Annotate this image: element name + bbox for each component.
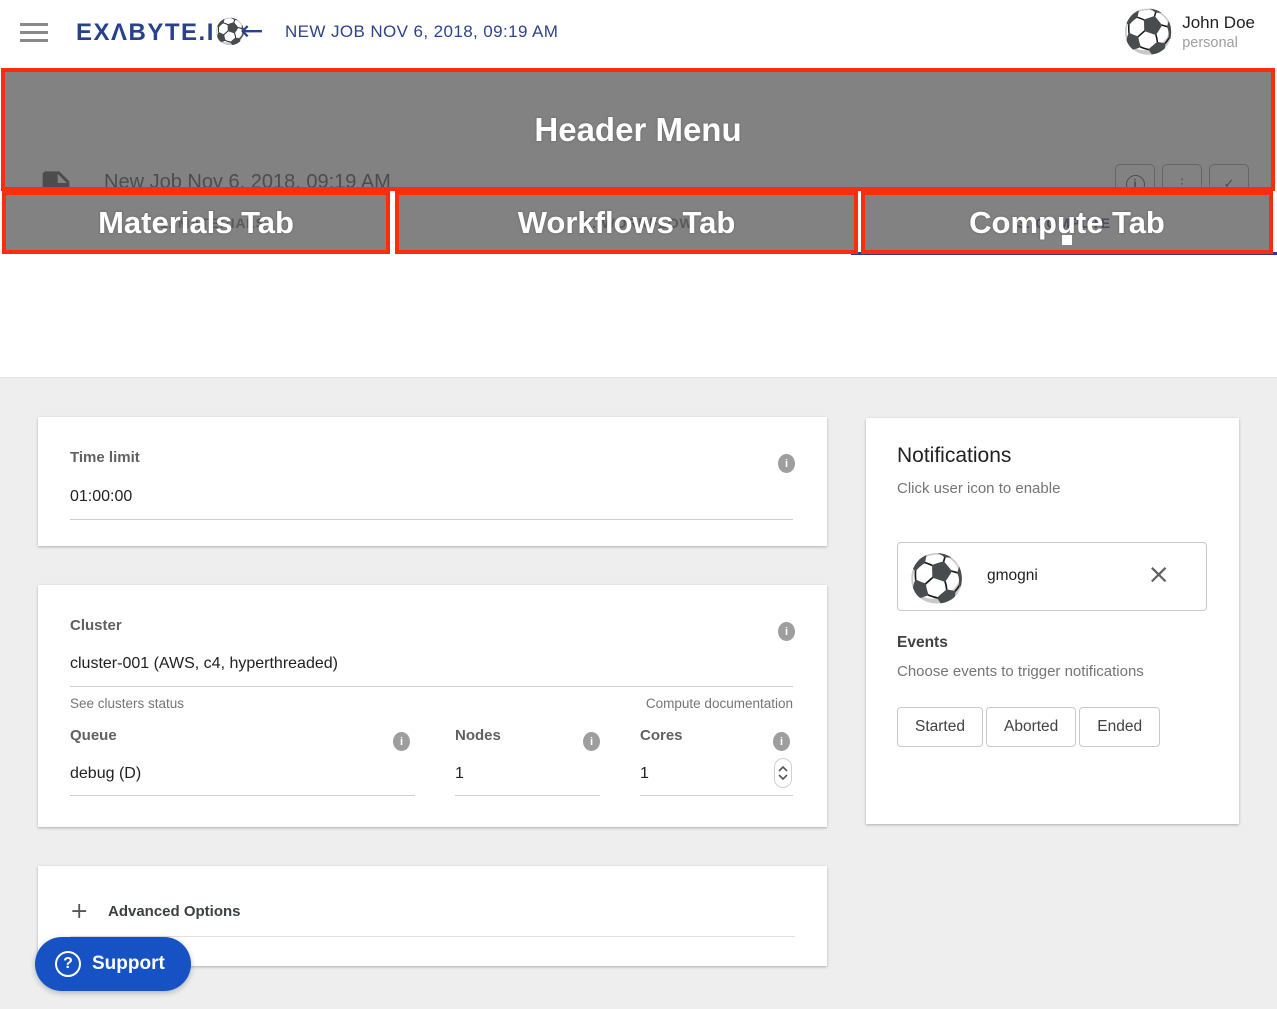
input-underline [455,795,600,796]
logo-text: EXΛBYTE.I [76,19,215,46]
event-started-button[interactable]: Started [897,707,983,747]
clusters-status-link[interactable]: See clusters status [70,696,184,711]
event-buttons-row: Started Aborted Ended [897,707,1160,747]
compute-documentation-link[interactable]: Compute documentation [646,696,793,711]
events-title: Events [897,634,948,652]
cluster-select[interactable]: cluster-001 (AWS, c4, hyperthreaded) [70,655,338,673]
chevron-up-icon [778,765,788,772]
annotation-compute-tab: Compute Tab [861,191,1273,254]
support-button[interactable]: ? Support [35,937,191,991]
queue-label: Queue [70,727,117,744]
top-navigation-bar: EXΛBYTE.I⚽ ← NEW JOB NOV 6, 2018, 09:19 … [0,0,1277,66]
user-avatar[interactable]: ⚽ [913,554,961,602]
info-icon[interactable]: i [778,454,795,473]
info-icon[interactable]: i [778,622,795,641]
cores-stepper[interactable] [774,758,792,788]
notifications-subtitle: Click user icon to enable [897,480,1060,497]
support-label: Support [92,953,165,975]
chevron-down-icon [778,774,788,781]
nodes-input[interactable]: 1 [455,765,464,783]
annotation-resize-handle[interactable] [1062,235,1072,245]
back-arrow-icon[interactable]: ← [240,14,263,47]
annotation-label: Materials Tab [98,205,294,241]
info-icon[interactable]: i [583,732,600,751]
plus-icon[interactable]: + [70,899,88,924]
question-mark-icon: ? [55,951,81,977]
hamburger-menu-icon[interactable] [20,23,48,43]
time-limit-input[interactable]: 01:00:00 [70,488,132,506]
input-underline [70,795,415,796]
user-meta: John Doe personal [1182,13,1255,51]
close-icon[interactable]: × [1147,561,1170,588]
input-underline [640,795,793,796]
event-aborted-button[interactable]: Aborted [986,707,1076,747]
chip-username: gmogni [987,567,1038,585]
annotation-header-menu: Header Menu [1,68,1275,191]
cluster-card: Cluster i cluster-001 (AWS, c4, hyperthr… [38,585,827,827]
user-avatar[interactable]: ⚽ [1126,10,1170,54]
annotation-label: Header Menu [534,111,741,149]
nav-job-title: NEW JOB NOV 6, 2018, 09:19 AM [285,22,558,42]
input-underline [70,519,793,520]
info-icon[interactable]: i [773,732,790,751]
user-role: personal [1182,35,1255,51]
nodes-label: Nodes [455,727,501,744]
annotation-label: Workflows Tab [518,205,736,241]
notification-user-chip: ⚽ gmogni × [897,542,1207,611]
input-underline [70,686,793,687]
time-limit-label: Time limit [70,449,140,466]
time-limit-card: Time limit i 01:00:00 [38,417,827,546]
cores-input[interactable]: 1 [640,765,649,783]
events-subtitle: Choose events to trigger notifications [897,663,1144,680]
user-account-chip[interactable]: ⚽ John Doe personal [1126,10,1255,54]
cores-label: Cores [640,727,683,744]
cluster-label: Cluster [70,617,122,634]
info-icon[interactable]: i [393,732,410,751]
compute-section-header: Compute Runtime configuration parameters… [0,255,1277,378]
event-ended-button[interactable]: Ended [1079,707,1160,747]
annotation-materials-tab: Materials Tab [2,191,390,254]
divider [70,936,795,937]
exabyte-logo[interactable]: EXΛBYTE.I⚽ [76,17,248,47]
annotation-workflows-tab: Workflows Tab [395,191,858,254]
notifications-title: Notifications [897,444,1011,468]
advanced-options-toggle[interactable]: Advanced Options [108,903,241,920]
notifications-card: Notifications Click user icon to enable … [866,418,1239,824]
queue-select[interactable]: debug (D) [70,765,141,783]
user-name: John Doe [1182,13,1255,33]
